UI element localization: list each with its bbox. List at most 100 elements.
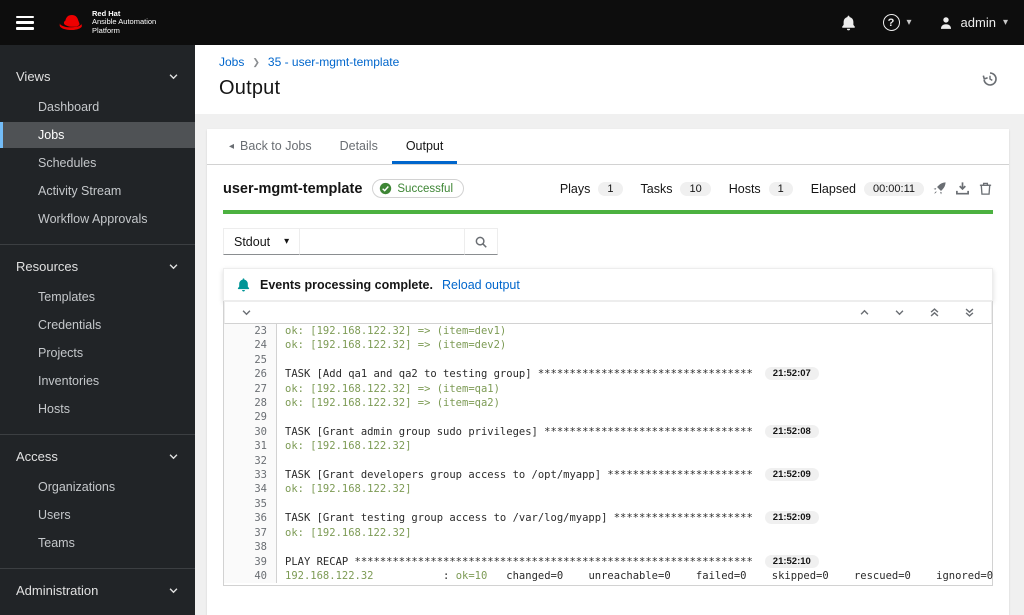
sidebar-item-hosts[interactable]: Hosts (0, 396, 195, 422)
sidebar-group-header[interactable]: Access (0, 441, 195, 472)
log-line[interactable]: 32 (224, 453, 992, 469)
job-stat-tasks: Tasks 10 (641, 181, 711, 196)
log-timestamp-badge: 21:52:10 (764, 554, 819, 568)
brand-line3: Platform (92, 25, 120, 35)
log-line[interactable]: 35 (224, 496, 992, 512)
log-line[interactable]: 34 ok: [192.168.122.32] (224, 482, 992, 497)
sidebar-item-inventories[interactable]: Inventories (0, 368, 195, 394)
log-line[interactable]: 39 PLAY RECAP ***************************… (224, 554, 992, 569)
download-icon (955, 181, 970, 196)
log-line[interactable]: 24 ok: [192.168.122.32] => (item=dev2) (224, 338, 992, 353)
stat-value-badge: 10 (680, 181, 711, 196)
tab-label: Details (339, 139, 378, 153)
log-line[interactable]: 25 (224, 352, 992, 368)
log-line[interactable]: 31 ok: [192.168.122.32] (224, 439, 992, 454)
redhat-brand-logo[interactable]: Red Hat Ansible Automation Platform (56, 9, 156, 36)
log-line[interactable]: 30 TASK [Grant admin group sudo privilege… (224, 424, 992, 440)
notifications-button[interactable] (840, 14, 857, 31)
nav-toggle-button[interactable] (16, 15, 34, 30)
double-chevron-down-icon (964, 307, 975, 318)
scroll-to-top-button[interactable] (929, 307, 940, 318)
log-line[interactable]: 37 ok: [192.168.122.32] (224, 525, 992, 541)
log-line-number: 33 (224, 468, 277, 483)
log-line[interactable]: 23 ok: [192.168.122.32] => (item=dev1) (224, 324, 992, 339)
log-segment: ok=10 (455, 569, 488, 582)
log-line-text (277, 497, 285, 511)
sidebar-group-label: Views (16, 69, 51, 84)
log-line-text: ok: [192.168.122.32] => (item=dev2) (277, 338, 506, 352)
log-line-text: TASK [Grant testing group access to /var… (277, 511, 819, 525)
output-toolbar (224, 301, 992, 324)
sidebar-item-activity-stream[interactable]: Activity Stream (0, 178, 195, 204)
chevron-down-icon (168, 585, 179, 596)
sidebar-group-header[interactable]: Views (0, 61, 195, 92)
search-button[interactable] (465, 228, 499, 255)
log-line[interactable]: 28 ok: [192.168.122.32] => (item=qa2) (224, 396, 992, 411)
tab-output[interactable]: Output (391, 129, 458, 164)
scroll-down-button[interactable] (894, 307, 905, 318)
log-line[interactable]: 38 (224, 540, 992, 555)
log-line-number: 39 (224, 554, 277, 569)
log-segment: ok: [192.168.122.32] => (item=qa2) (285, 397, 500, 410)
sidebar-item-workflow-approvals[interactable]: Workflow Approvals (0, 206, 195, 232)
sidebar-group-header[interactable]: Administration (0, 575, 195, 606)
sidebar-item-projects[interactable]: Projects (0, 340, 195, 366)
history-button[interactable] (982, 71, 998, 87)
scroll-up-button[interactable] (859, 307, 870, 318)
delete-job-button[interactable] (978, 181, 993, 196)
sidebar-nav: Views Dashboard Jobs Schedules Activity Stre… (0, 45, 195, 615)
status-badge[interactable]: Successful (372, 179, 464, 198)
sidebar-item-schedules[interactable]: Schedules (0, 150, 195, 176)
sidebar-item-users[interactable]: Users (0, 502, 195, 528)
tab-back-to-jobs[interactable]: ◂ Back to Jobs (215, 129, 326, 164)
log-line[interactable]: 36 TASK [Grant testing group access to /v… (224, 511, 992, 526)
log-segment: : (373, 569, 456, 582)
stat-value-badge: 1 (768, 181, 793, 196)
log-line-number: 36 (224, 511, 277, 526)
reload-output-link[interactable]: Reload output (442, 278, 520, 292)
sidebar-group-header[interactable]: Resources (0, 251, 195, 282)
stdout-filter-select[interactable]: Stdout ▾ (223, 228, 301, 255)
log-line[interactable]: 40 192.168.122.32 : ok=10 changed=0 unrea… (224, 568, 993, 584)
output-panel: 23 ok: [192.168.122.32] => (item=dev1) 24 o… (223, 301, 993, 587)
scroll-to-bottom-button[interactable] (964, 307, 975, 318)
sidebar-item-credentials[interactable]: Credentials (0, 312, 195, 338)
redhat-hat-icon (56, 12, 86, 33)
stat-value-badge: 1 (598, 181, 623, 196)
select-caret-icon: ▾ (284, 236, 290, 247)
check-circle-icon (379, 182, 392, 195)
log-segment: TASK [Grant admin group sudo privileges]… (285, 425, 753, 438)
help-menu-button[interactable]: ? ▾ (882, 14, 912, 31)
user-menu-button[interactable]: admin ▾ (938, 15, 1008, 31)
events-alert: Events processing complete. Reload outpu… (223, 268, 993, 301)
log-line[interactable]: 27 ok: [192.168.122.32] => (item=qa1) (224, 381, 992, 397)
log-line[interactable]: 29 (224, 410, 992, 425)
sidebar-item-dashboard[interactable]: Dashboard (0, 94, 195, 120)
chevron-down-icon (894, 307, 905, 318)
chevron-down-icon (168, 261, 179, 272)
user-icon (938, 15, 954, 31)
sidebar-item-organizations[interactable]: Organizations (0, 474, 195, 500)
tab-details[interactable]: Details (326, 129, 392, 164)
log-line-text (277, 454, 285, 468)
relaunch-button[interactable] (932, 181, 947, 196)
collapse-all-button[interactable] (241, 307, 252, 318)
breadcrumb-job-link[interactable]: 35 - user-mgmt-template (268, 55, 399, 69)
sidebar-item-credential-types[interactable]: Credential Types (0, 608, 195, 615)
log-line-text: ok: [192.168.122.32] (277, 482, 411, 496)
search-input[interactable] (300, 228, 466, 255)
log-line[interactable]: 33 TASK [Grant developers group access to… (224, 468, 992, 483)
log-line[interactable]: 26 TASK [Add qa1 and qa2 to testing group… (224, 367, 992, 382)
chevron-down-icon: ▾ (906, 17, 912, 28)
sidebar-item-jobs[interactable]: Jobs (0, 122, 195, 148)
sidebar-item-teams[interactable]: Teams (0, 530, 195, 556)
username-label: admin (960, 15, 996, 30)
log-line-number: 30 (224, 424, 277, 440)
trash-icon (978, 181, 993, 196)
breadcrumb-jobs-link[interactable]: Jobs (219, 55, 244, 69)
sidebar-item-templates[interactable]: Templates (0, 284, 195, 310)
job-stats: Plays 1 Tasks 10 Hosts 1 Elapsed 00:00:11 (560, 181, 924, 196)
log-line-text (277, 353, 285, 367)
log-segment: ok: [192.168.122.32] (285, 483, 412, 496)
download-output-button[interactable] (955, 181, 970, 196)
